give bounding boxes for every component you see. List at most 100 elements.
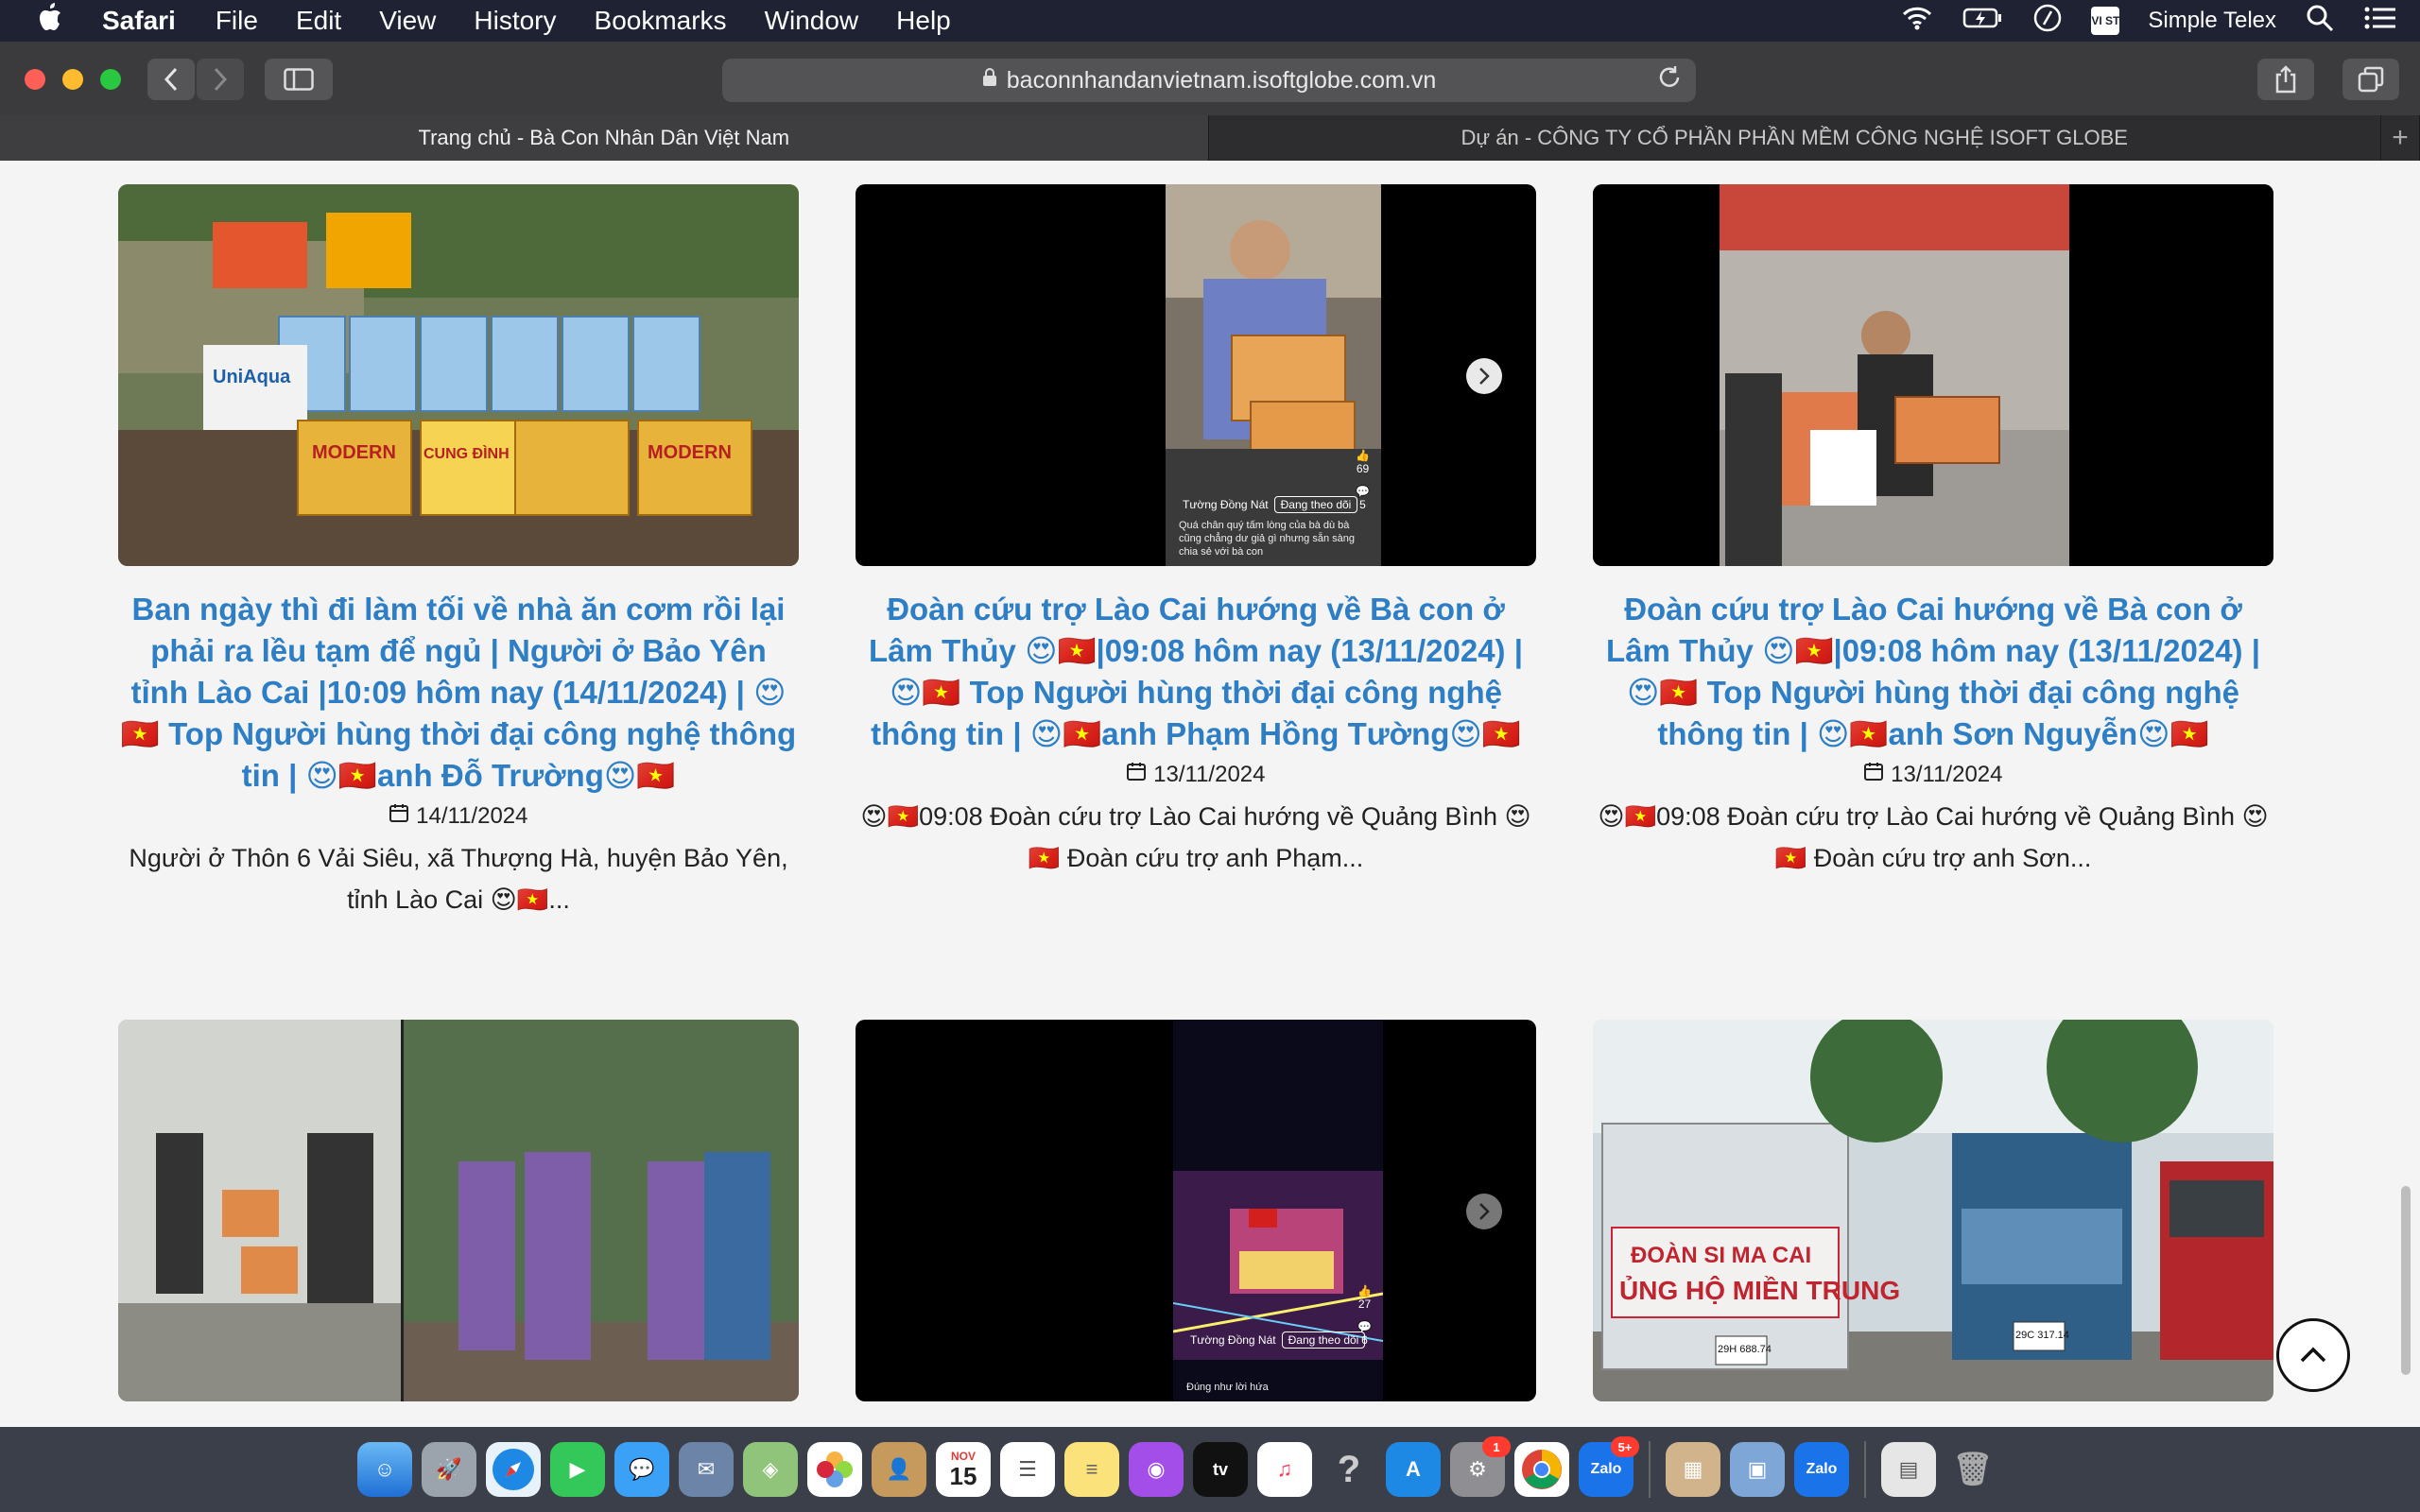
input-method-label[interactable]: Simple Telex bbox=[2148, 8, 2276, 34]
follow-badge[interactable]: Đang theo dõi bbox=[1273, 496, 1358, 513]
share-button[interactable] bbox=[2257, 59, 2314, 100]
post-excerpt: 😍🇻🇳09:08 Đoàn cứu trợ Lào Cai hướng về Q… bbox=[860, 802, 1531, 872]
input-method-vist-icon[interactable]: VI ST bbox=[2091, 7, 2119, 35]
calendar-icon bbox=[389, 803, 416, 829]
system-preferences-icon[interactable]: ⚙ 1 bbox=[1450, 1436, 1511, 1497]
spotlight-search-icon[interactable] bbox=[2305, 3, 2335, 40]
trash-icon[interactable]: 🗑 bbox=[1945, 1442, 2000, 1497]
chevron-right-icon bbox=[214, 67, 228, 92]
screen-time-icon[interactable] bbox=[2032, 3, 2063, 40]
dock: ☺ 🚀 ▶ 💬 ✉ ◈ 👤 NOV 15 ☰ ≡ ◉ tv ♫ ? A ⚙ 1 Za… bbox=[0, 1427, 2420, 1512]
messages-icon[interactable]: 💬 bbox=[614, 1442, 669, 1497]
notification-badge: 1 bbox=[1482, 1436, 1511, 1457]
post-date: 14/11/2024 bbox=[118, 802, 799, 830]
menu-window[interactable]: Window bbox=[765, 6, 859, 36]
video-embed[interactable]: 👍 27 💬 6 Tường Đồng Nát Đang theo dõi Đúng … bbox=[856, 1020, 1536, 1401]
menu-app-safari[interactable]: Safari bbox=[102, 6, 176, 36]
photos-icon[interactable] bbox=[807, 1442, 862, 1497]
battery-charging-icon[interactable] bbox=[1962, 3, 2004, 40]
control-center-icon[interactable] bbox=[2363, 3, 2397, 40]
reminders-icon[interactable]: ☰ bbox=[1000, 1442, 1055, 1497]
help-icon[interactable]: ? bbox=[1322, 1442, 1376, 1497]
finder-icon[interactable]: ☺ bbox=[357, 1442, 412, 1497]
video-caption: Đúng như lời hứa bbox=[1186, 1382, 1269, 1393]
calendar-icon bbox=[1126, 762, 1153, 787]
svg-text:29H 688.74: 29H 688.74 bbox=[1718, 1344, 1772, 1355]
tiktok-video-frame[interactable]: 👍 69 💬 5 Tường Đồng Nát Đang theo dõi Quá c… bbox=[1166, 184, 1381, 566]
people-in-rain-image bbox=[118, 1020, 799, 1401]
svg-text:29C 317.14: 29C 317.14 bbox=[2015, 1330, 2069, 1341]
app-store-icon[interactable]: A bbox=[1386, 1442, 1441, 1497]
menu-bookmarks[interactable]: Bookmarks bbox=[595, 6, 727, 36]
chevron-right-icon bbox=[1479, 1203, 1490, 1220]
address-bar[interactable]: baconnhandanvietnam.isoftglobe.com.vn bbox=[722, 59, 1696, 102]
notes-icon[interactable]: ≡ bbox=[1064, 1442, 1119, 1497]
menu-history[interactable]: History bbox=[474, 6, 556, 36]
preview-icon[interactable]: ✉ bbox=[679, 1442, 734, 1497]
calculator-icon[interactable]: ▦ bbox=[1666, 1442, 1720, 1497]
maps-icon[interactable]: ◈ bbox=[743, 1442, 798, 1497]
new-tab-button[interactable]: + bbox=[2381, 115, 2420, 161]
window-zoom-button[interactable] bbox=[100, 69, 121, 90]
launchpad-icon[interactable]: 🚀 bbox=[422, 1442, 476, 1497]
share-icon bbox=[2275, 65, 2296, 94]
tiktok-video-frame[interactable]: 👍 27 💬 6 Tường Đồng Nát Đang theo dõi Đúng … bbox=[1173, 1020, 1383, 1401]
window-minimize-button[interactable] bbox=[62, 69, 83, 90]
reload-icon[interactable] bbox=[1656, 64, 1683, 97]
tab-du-an[interactable]: Dự án - CÔNG TY CỔ PHẦN PHẦN MỀM CÔNG NG… bbox=[1209, 115, 2382, 161]
music-icon[interactable]: ♫ bbox=[1257, 1442, 1312, 1497]
calendar-icon[interactable]: NOV 15 bbox=[936, 1442, 991, 1497]
post-title[interactable]: Ban ngày thì đi làm tối về nhà ăn cơm rồ… bbox=[118, 589, 799, 797]
menu-view[interactable]: View bbox=[379, 6, 436, 36]
svg-text:UniAqua: UniAqua bbox=[213, 367, 291, 387]
post-thumbnail[interactable] bbox=[1593, 184, 2273, 566]
document-icon[interactable]: ▤ bbox=[1881, 1442, 1936, 1497]
calendar-icon bbox=[1863, 762, 1891, 787]
chevron-up-icon bbox=[2300, 1347, 2326, 1363]
follow-badge[interactable]: Đang theo dõi bbox=[1281, 1332, 1366, 1349]
podcasts-icon[interactable]: ◉ bbox=[1129, 1442, 1184, 1497]
video-next-button[interactable] bbox=[1466, 358, 1502, 394]
tab-trang-chu[interactable]: Trang chủ - Bà Con Nhân Dân Việt Nam bbox=[0, 115, 1209, 161]
video-next-button[interactable] bbox=[1466, 1194, 1502, 1229]
page-scrollbar[interactable] bbox=[2401, 1186, 2411, 1375]
apple-menu-icon[interactable] bbox=[36, 2, 74, 40]
menu-bar: Safari File Edit View History Bookmarks … bbox=[0, 0, 2420, 42]
post-thumbnail[interactable]: ĐOÀN SI MA CAI ỦNG HỘ MIỀN TRUNG 29H 688… bbox=[1593, 1020, 2273, 1401]
chrome-icon[interactable] bbox=[1514, 1442, 1569, 1497]
dock-separator bbox=[1649, 1441, 1651, 1498]
wifi-icon[interactable] bbox=[1900, 3, 1934, 40]
back-button[interactable] bbox=[147, 59, 195, 100]
post-card: 👍 27 💬 6 Tường Đồng Nát Đang theo dõi Đúng … bbox=[856, 1020, 1536, 1401]
safari-icon[interactable] bbox=[486, 1442, 541, 1497]
video-embed[interactable]: 👍 69 💬 5 Tường Đồng Nát Đang theo dõi Quá c… bbox=[856, 184, 1536, 566]
contacts-icon[interactable]: 👤 bbox=[872, 1442, 926, 1497]
like-icon[interactable]: 👍 69 bbox=[1356, 449, 1370, 475]
scroll-to-top-button[interactable] bbox=[2276, 1318, 2350, 1392]
facetime-icon[interactable]: ▶ bbox=[550, 1442, 605, 1497]
post-date: 13/11/2024 bbox=[1593, 761, 2273, 788]
like-icon[interactable]: 👍 27 bbox=[1357, 1284, 1372, 1311]
forward-button[interactable] bbox=[197, 59, 244, 100]
post-title[interactable]: Đoàn cứu trợ Lào Cai hướng về Bà con ở L… bbox=[856, 589, 1536, 755]
post-card: ĐOÀN SI MA CAI ỦNG HỘ MIỀN TRUNG 29H 688… bbox=[1593, 1020, 2273, 1401]
menu-edit[interactable]: Edit bbox=[296, 6, 341, 36]
show-all-tabs-button[interactable] bbox=[2342, 59, 2399, 100]
apple-tv-icon[interactable]: tv bbox=[1193, 1442, 1248, 1497]
menu-file[interactable]: File bbox=[216, 6, 258, 36]
zalo-icon[interactable]: Zalo 5+ bbox=[1579, 1436, 1639, 1497]
window-close-button[interactable] bbox=[25, 69, 45, 90]
notification-badge: 5+ bbox=[1611, 1436, 1639, 1457]
post-title[interactable]: Đoàn cứu trợ Lào Cai hướng về Bà con ở L… bbox=[1593, 589, 2273, 755]
menu-help[interactable]: Help bbox=[896, 6, 951, 36]
post-thumbnail[interactable]: UniAqua MODERN MODERN CUNG ĐÌNH bbox=[118, 184, 799, 566]
video-caption: Quá chân quý tấm lòng của bà dù bà cũng … bbox=[1179, 520, 1355, 558]
post-thumbnail[interactable] bbox=[118, 1020, 799, 1401]
image-capture-icon[interactable]: ▣ bbox=[1730, 1442, 1785, 1497]
post-excerpt: 😍🇻🇳09:08 Đoàn cứu trợ Lào Cai hướng về Q… bbox=[1598, 802, 2269, 872]
chevron-left-icon bbox=[164, 67, 178, 92]
post-card: Đoàn cứu trợ Lào Cai hướng về Bà con ở L… bbox=[1593, 184, 2273, 879]
sidebar-toggle-button[interactable] bbox=[265, 59, 333, 100]
dock-separator bbox=[1864, 1441, 1866, 1498]
zalo-window-icon[interactable]: Zalo bbox=[1794, 1442, 1849, 1497]
